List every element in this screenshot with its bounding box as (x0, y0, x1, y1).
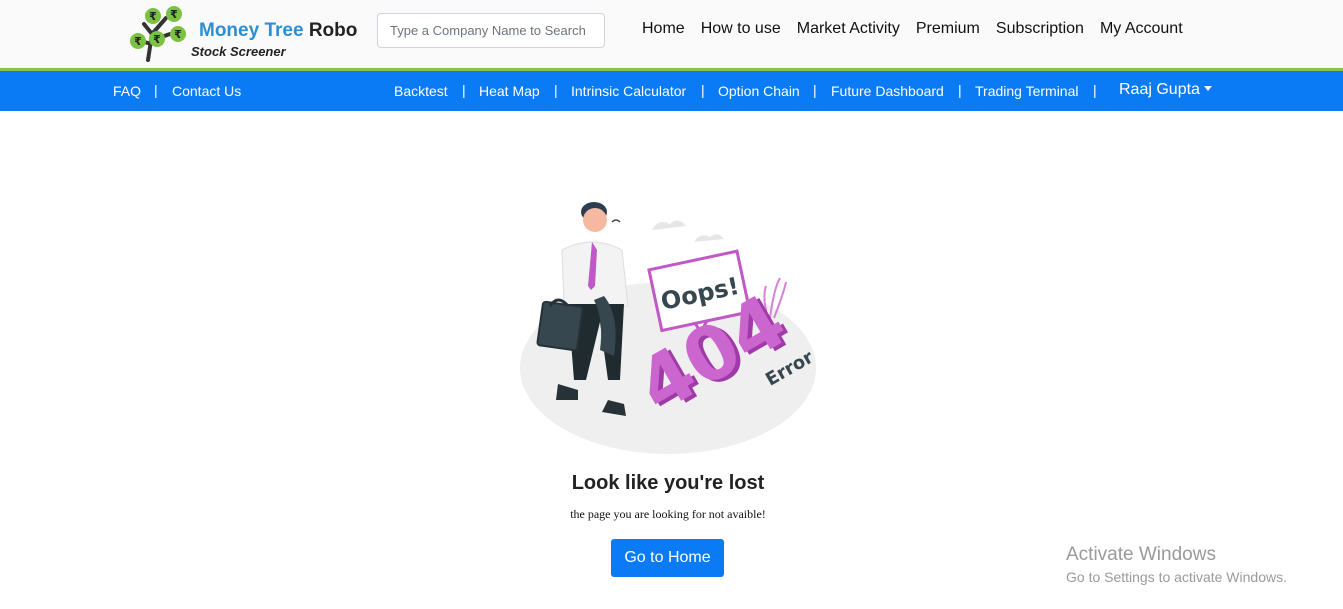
brand-tagline: Stock Screener (191, 44, 286, 59)
subnav-separator: | (554, 82, 558, 98)
user-name: Raaj Gupta (1119, 81, 1200, 98)
subnav-backtest[interactable]: Backtest (394, 83, 448, 99)
main-nav: Home How to use Market Activity Premium … (642, 20, 1199, 38)
svg-text:₹: ₹ (149, 10, 157, 23)
logo[interactable]: ₹ ₹ ₹ ₹ ₹ Money Tree Robo Stock Screener (126, 4, 376, 64)
nav-home[interactable]: Home (642, 20, 685, 38)
subnav-separator: | (1093, 82, 1097, 98)
brand-name: Money Tree Robo (199, 20, 357, 42)
error-message: the page you are looking for not avaible… (570, 507, 766, 521)
svg-text:₹: ₹ (170, 8, 178, 21)
top-header: ₹ ₹ ₹ ₹ ₹ Money Tree Robo Stock Screener… (0, 0, 1343, 71)
money-tree-icon: ₹ ₹ ₹ ₹ ₹ (130, 6, 186, 62)
svg-text:₹: ₹ (174, 28, 182, 41)
subnav-separator: | (154, 82, 158, 98)
brand-name-part2: Robo (308, 20, 358, 41)
subnav-separator: | (813, 82, 817, 98)
go-to-home-button[interactable]: Go to Home (611, 539, 724, 577)
subnav-faq[interactable]: FAQ (113, 83, 141, 99)
caret-down-icon (1203, 85, 1212, 91)
subnav-heat-map[interactable]: Heat Map (479, 83, 540, 99)
subnav-separator: | (958, 82, 962, 98)
nav-premium[interactable]: Premium (916, 20, 980, 38)
subnav-future-dashboard[interactable]: Future Dashboard (831, 83, 944, 99)
secondary-nav: FAQ | Contact Us Backtest | Heat Map | I… (0, 71, 1343, 111)
watermark-subtitle: Go to Settings to activate Windows. (1066, 569, 1287, 585)
svg-text:₹: ₹ (134, 35, 142, 48)
nav-my-account[interactable]: My Account (1100, 20, 1183, 38)
subnav-option-chain[interactable]: Option Chain (718, 83, 800, 99)
error-404-illustration: Oops! 404 404 Error (520, 202, 817, 454)
nav-subscription[interactable]: Subscription (996, 20, 1084, 38)
windows-activation-watermark: Activate Windows Go to Settings to activ… (1066, 544, 1287, 585)
nav-how-to-use[interactable]: How to use (701, 20, 781, 38)
watermark-title: Activate Windows (1066, 544, 1216, 565)
svg-text:₹: ₹ (153, 33, 161, 46)
subnav-contact-us[interactable]: Contact Us (172, 83, 241, 99)
error-title: Look like you're lost (571, 472, 765, 494)
user-menu-toggle[interactable]: Raaj Gupta (1119, 81, 1212, 99)
subnav-separator: | (701, 82, 705, 98)
brand-name-part1: Money Tree (199, 20, 304, 41)
nav-market-activity[interactable]: Market Activity (797, 20, 900, 38)
subnav-intrinsic-calculator[interactable]: Intrinsic Calculator (571, 83, 686, 99)
company-search-input[interactable] (377, 13, 605, 48)
subnav-separator: | (462, 82, 466, 98)
subnav-trading-terminal[interactable]: Trading Terminal (975, 83, 1079, 99)
